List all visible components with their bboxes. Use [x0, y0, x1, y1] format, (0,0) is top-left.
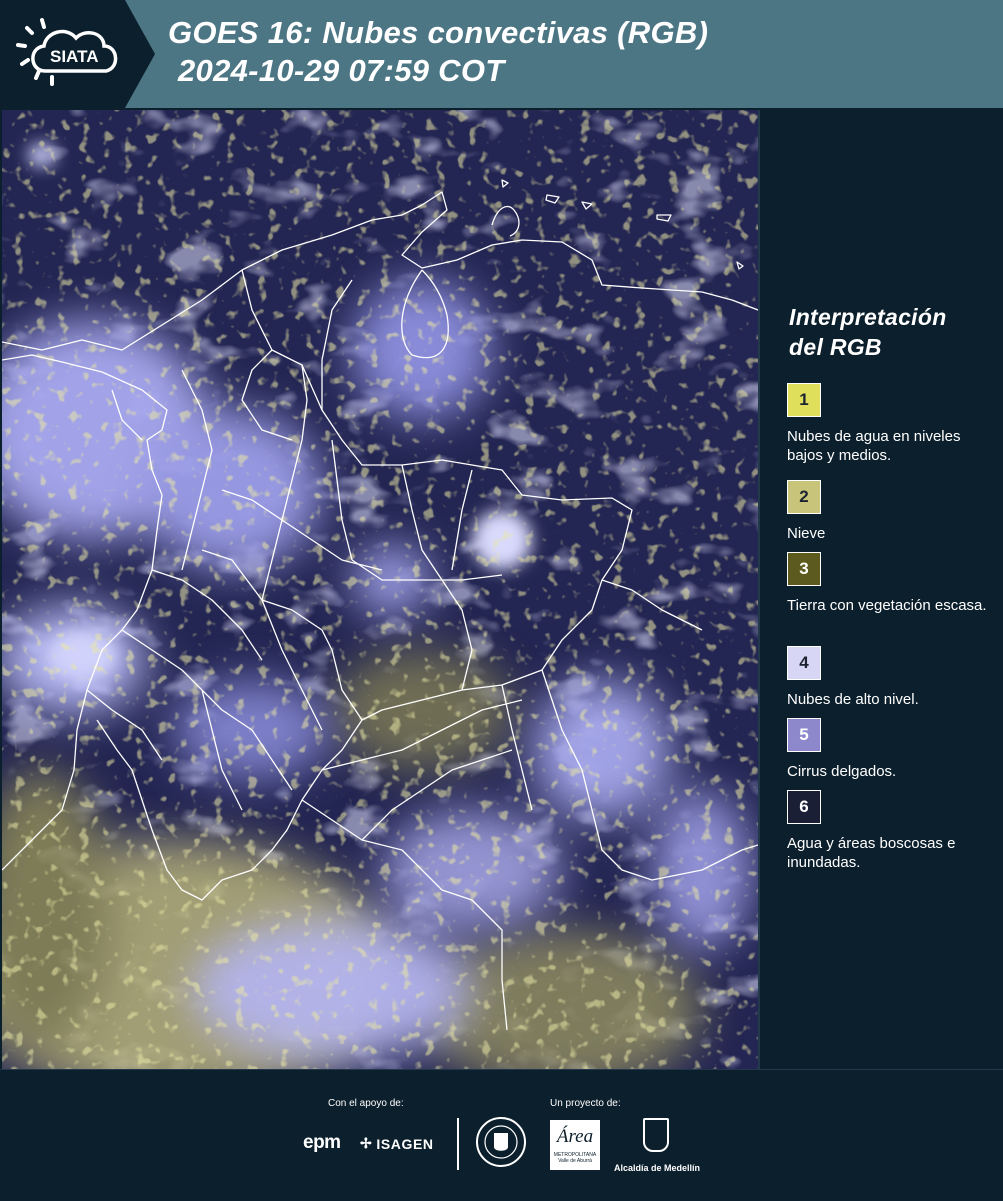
legend-label-2: Nieve: [787, 525, 826, 542]
isagen-logo: ✢ ISAGEN: [360, 1135, 434, 1152]
legend-item-2: 2 Nieve: [787, 480, 997, 543]
alcaldia-medellin-logo: Alcaldía de Medellín: [612, 1118, 702, 1173]
area-logo-sub: METROPOLITANA Valle de Aburrá: [553, 1152, 597, 1164]
legend-label-1: Nubes de agua en niveles bajos y medios.: [787, 428, 961, 464]
legend-title: Interpretación del RGB: [789, 302, 947, 362]
legend-item-1: 1 Nubes de agua en niveles bajos y medio…: [787, 383, 997, 465]
satellite-image-icon: [2, 110, 758, 1069]
isagen-icon: ✢: [360, 1135, 373, 1151]
legend-item-4: 4 Nubes de alto nivel.: [787, 646, 997, 709]
satellite-map: [2, 110, 760, 1069]
legend-label-4: Nubes de alto nivel.: [787, 691, 919, 708]
siata-logo: SIATA: [0, 0, 155, 108]
legend-label-5: Cirrus delgados.: [787, 763, 897, 780]
legend-title-line-2: del RGB: [789, 334, 882, 360]
page-title: GOES 16: Nubes convectivas (RGB) 2024-10…: [168, 14, 708, 90]
rgb-legend-panel: Interpretación del RGB 1 Nubes de agua e…: [760, 110, 1003, 1069]
siata-logo-icon: SIATA: [0, 0, 155, 108]
project-label: Un proyecto de:: [550, 1098, 621, 1109]
legend-item-5: 5 Cirrus delgados.: [787, 718, 997, 781]
alcaldia-label: Alcaldía de Medellín: [613, 1163, 701, 1173]
footer-sponsors: Con el apoyo de: Un proyecto de: epm ✢ I…: [0, 1069, 1003, 1201]
legend-swatch-3: 3: [787, 552, 821, 586]
header-bar: SIATA GOES 16: Nubes convectivas (RGB) 2…: [0, 0, 1003, 108]
legend-label-3: Tierra con vegetación escasa.: [787, 597, 987, 614]
legend-swatch-6: 6: [787, 790, 821, 824]
legend-label-6: Agua y áreas boscosas e inundadas.: [787, 835, 956, 871]
legend-item-6: 6 Agua y áreas boscosas e inundadas.: [787, 790, 997, 872]
area-metropolitana-logo: Área METROPOLITANA Valle de Aburrá: [550, 1120, 600, 1170]
footer-divider: [457, 1118, 459, 1170]
epm-logo: epm: [303, 1132, 341, 1153]
support-label: Con el apoyo de:: [328, 1098, 404, 1109]
escudo-icon: [643, 1118, 669, 1152]
medellin-seal-icon: [476, 1117, 526, 1167]
title-line-2: 2024-10-29 07:59 COT: [178, 53, 505, 88]
legend-swatch-2: 2: [787, 480, 821, 514]
legend-swatch-1: 1: [787, 383, 821, 417]
isagen-text: ISAGEN: [376, 1135, 434, 1152]
title-line-1: GOES 16: Nubes convectivas (RGB): [168, 15, 709, 50]
legend-title-line-1: Interpretación: [789, 304, 947, 330]
area-logo-text: Área: [556, 1126, 594, 1147]
legend-swatch-4: 4: [787, 646, 821, 680]
legend-item-3: 3 Tierra con vegetación escasa.: [787, 552, 997, 615]
svg-text:SIATA: SIATA: [50, 47, 98, 66]
legend-swatch-5: 5: [787, 718, 821, 752]
